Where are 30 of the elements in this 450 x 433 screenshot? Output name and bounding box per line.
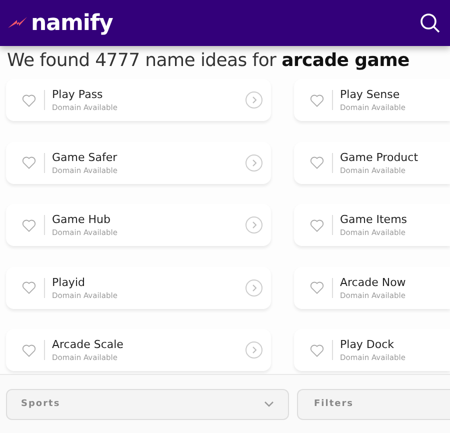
heart-icon[interactable]: [310, 94, 324, 106]
name-title: Play Sense: [340, 87, 401, 102]
heart-icon[interactable]: [310, 281, 324, 294]
name-title: Arcade Scale: [52, 337, 124, 352]
name-title: Play Dock: [340, 337, 396, 352]
chevron-down-icon: [264, 401, 274, 407]
name-title: Playid: [52, 274, 86, 290]
heart-icon[interactable]: [22, 156, 36, 170]
heart-icon[interactable]: [310, 344, 324, 357]
heart-icon[interactable]: [22, 94, 36, 106]
chevron-circle-icon[interactable]: [245, 91, 263, 109]
lightning-icon: [8, 17, 28, 29]
heart-icon[interactable]: [22, 281, 36, 294]
name-title: Game Product: [340, 150, 420, 165]
name-title: Game Safer: [52, 150, 118, 165]
chevron-circle-icon[interactable]: [245, 278, 263, 297]
name-title: Game Items: [340, 212, 408, 228]
heart-icon[interactable]: [22, 344, 36, 357]
heart-icon[interactable]: [22, 218, 36, 232]
name-title: Play Pass: [52, 87, 104, 102]
name-title: Arcade Now: [340, 274, 407, 290]
chevron-circle-icon[interactable]: [245, 154, 263, 172]
name-title: Game Hub: [52, 212, 112, 228]
logo[interactable]: namify: [31, 10, 113, 36]
heart-icon[interactable]: [310, 218, 324, 232]
heart-icon[interactable]: [310, 156, 324, 170]
chevron-circle-icon[interactable]: [245, 216, 263, 234]
results-heading: We found 4777 name ideas for arcade game: [7, 50, 410, 71]
search-icon[interactable]: [420, 13, 440, 33]
chevron-circle-icon[interactable]: [245, 341, 263, 360]
